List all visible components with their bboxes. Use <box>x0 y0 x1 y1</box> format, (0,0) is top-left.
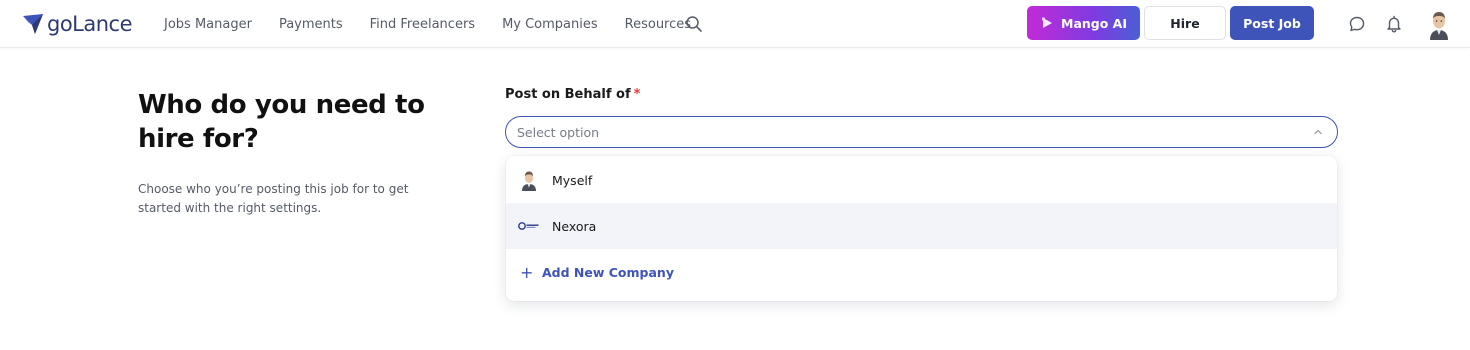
user-avatar-icon <box>518 169 540 191</box>
nav-resources[interactable]: Resources <box>625 17 691 32</box>
option-nexora[interactable]: Nexora <box>506 203 1337 249</box>
nav-jobs-manager[interactable]: Jobs Manager <box>164 17 252 32</box>
plus-icon: + <box>520 262 534 282</box>
top-header: goLance Jobs Manager Payments Find Freel… <box>0 0 1470 48</box>
post-on-behalf-select[interactable]: Select option <box>505 116 1338 148</box>
hire-button[interactable]: Hire <box>1144 6 1226 40</box>
add-new-company-button[interactable]: + Add New Company <box>506 249 1337 295</box>
add-new-company-label: Add New Company <box>542 264 674 280</box>
golance-logo-icon <box>23 14 43 34</box>
options-dropdown: Myself Nexora + Add New Company <box>506 156 1337 301</box>
mango-ai-button[interactable]: Mango AI <box>1027 6 1140 40</box>
option-nexora-label: Nexora <box>552 218 597 234</box>
chat-icon[interactable] <box>1348 15 1366 33</box>
nav-payments[interactable]: Payments <box>279 17 343 32</box>
mango-ai-icon <box>1041 17 1052 28</box>
search-icon[interactable] <box>685 15 703 33</box>
avatar[interactable] <box>1426 8 1452 40</box>
field-label-text: Post on Behalf of <box>505 87 631 102</box>
option-myself[interactable]: Myself <box>506 157 1337 203</box>
post-on-behalf-label: Post on Behalf of * <box>505 87 640 102</box>
company-logo-icon <box>518 215 540 237</box>
nav-my-companies[interactable]: My Companies <box>502 17 598 32</box>
post-job-button[interactable]: Post Job <box>1230 6 1314 40</box>
chevron-up-icon <box>1314 129 1322 135</box>
nav-find-freelancers[interactable]: Find Freelancers <box>370 17 475 32</box>
page-title: Who do you need to hire for? <box>138 90 425 154</box>
main-nav: Jobs Manager Payments Find Freelancers M… <box>164 0 718 48</box>
mango-ai-label: Mango AI <box>1061 15 1127 31</box>
bell-icon[interactable] <box>1385 15 1403 33</box>
required-marker: * <box>633 87 641 102</box>
golance-logo[interactable]: goLance <box>21 11 133 37</box>
option-myself-label: Myself <box>552 172 593 188</box>
select-placeholder: Select option <box>517 125 600 140</box>
brand-name: goLance <box>47 12 133 36</box>
page-description: Choose who you’re posting this job for t… <box>138 182 409 215</box>
